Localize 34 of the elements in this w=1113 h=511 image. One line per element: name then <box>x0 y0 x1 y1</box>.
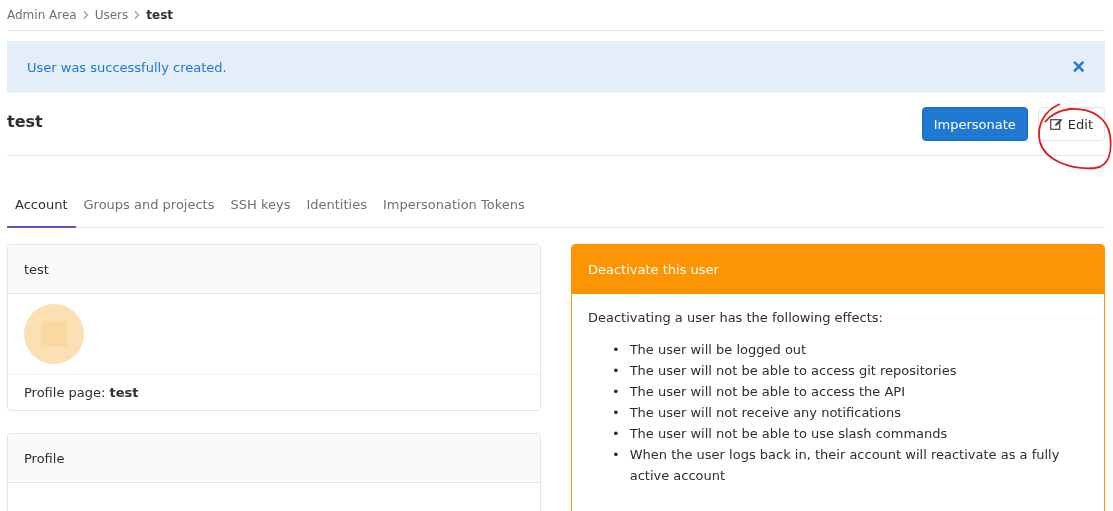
effect-item: The user will not be able to access git repositories <box>629 362 957 380</box>
card-title: Profile <box>8 434 540 483</box>
intro-text: Deactivating a user has the following effects: <box>588 310 884 325</box>
bullet-icon: • <box>612 339 620 360</box>
tab[interactable]: Impersonation Tokens <box>374 183 533 228</box>
bullet-icon: • <box>612 423 620 444</box>
effect-item: The user will not be able to access the API <box>629 383 905 401</box>
bullet-icon: • <box>612 444 620 486</box>
page-title: test <box>7 111 43 133</box>
effect-item: The user will not receive any notifications <box>629 404 902 422</box>
breadcrumb-link[interactable]: Users <box>94 8 129 22</box>
effect-item: When the user logs back in, their account will reactivate as a fully active account <box>629 446 1061 485</box>
alert-message: User was successfully created. <box>27 59 227 75</box>
pencil-square-icon <box>1049 118 1063 130</box>
tab[interactable]: Identities <box>298 183 375 228</box>
breadcrumb-link[interactable]: Admin Area <box>7 8 77 22</box>
tab[interactable]: SSH keys <box>222 183 299 228</box>
bullet-icon: • <box>612 402 620 423</box>
tab[interactable]: Account <box>7 183 76 228</box>
tab[interactable]: Groups and projects <box>75 183 223 228</box>
effect-item: The user will not be able to use slash commands <box>629 425 948 443</box>
edit-button[interactable]: Edit <box>1037 107 1105 141</box>
avatar-identicon <box>24 304 84 364</box>
impersonate-button[interactable]: Impersonate <box>921 107 1028 141</box>
effect-item: The user will be logged out <box>629 341 807 359</box>
close-button[interactable]: × <box>1072 56 1085 78</box>
chevron-right-icon <box>134 11 141 19</box>
profile-page-text: Profile page: test <box>24 385 139 400</box>
chevron-right-icon <box>82 11 89 19</box>
bullet-icon: • <box>612 360 620 381</box>
card-title: Deactivate this user <box>572 245 1104 294</box>
bullet-icon: • <box>612 381 620 402</box>
card-title: test <box>8 245 540 294</box>
breadcrumb-link[interactable]: test <box>146 8 174 22</box>
